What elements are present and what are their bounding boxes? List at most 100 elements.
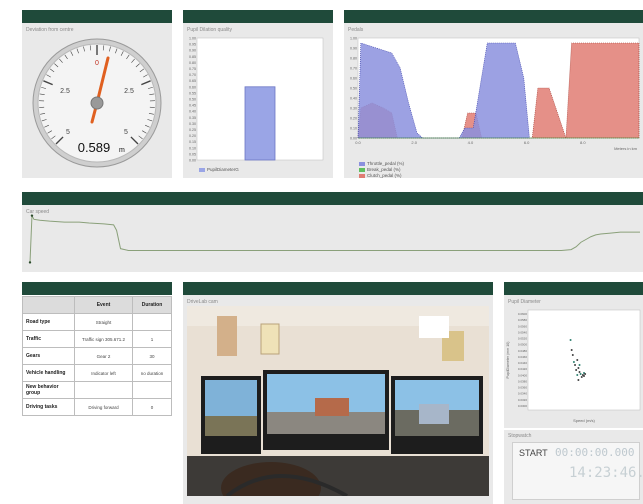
y-tick-label: 0.0440 (518, 361, 528, 365)
table-header-row: Event Duration (22, 296, 172, 314)
gauge-tick-bottom-right: 5 (124, 129, 128, 136)
y-tick-label: 0.65 (189, 79, 196, 83)
row-event: Gear 2 (74, 347, 133, 365)
y-tick-label: 0.15 (189, 140, 196, 144)
stopwatch-display: START 00:00:00.000 14:23:46. (512, 442, 643, 500)
scatter-point (569, 339, 572, 341)
events-header-bar (22, 282, 172, 295)
cam-video-frame[interactable] (187, 306, 489, 496)
y-tick-label: 0.0360 (518, 386, 528, 390)
row-event: Driving forward (74, 398, 133, 416)
row-duration: 1 (132, 330, 172, 348)
y-tick-label: 0.0340 (518, 392, 528, 396)
scatter-point (570, 349, 573, 351)
legend-swatch (359, 167, 365, 172)
gauge-hub (90, 96, 104, 110)
pupil-quality-panel: Pupil Dilation quality 0.00 0.05 0.10 0.15 0… (183, 10, 333, 178)
row-event: Straight (74, 313, 133, 331)
pedals-panel: Pedals 0.00 0.10 0.20 0.30 0.40 0.50 0.60 0.70 0… (344, 10, 643, 178)
x-tick-label: 2.0 (411, 140, 417, 145)
bar (244, 86, 276, 161)
gauge-tick-right: 2.5 (124, 88, 134, 95)
legend-item: PupilDiameterG (199, 167, 239, 172)
legend-label: Clutch_pedal (%) (367, 173, 402, 178)
y-tick-label: 0.0300 (518, 404, 528, 408)
y-axis-label: PupilDiameter (mm 10) (506, 342, 510, 379)
y-tick-label: 0.70 (350, 67, 357, 71)
speed-point (28, 261, 32, 264)
y-tick-label: 0.25 (189, 128, 196, 132)
stopwatch-top-digits: 00:00:00.000 (555, 446, 635, 459)
y-tick-label: 0.0400 (518, 373, 528, 377)
y-tick-label: 0.0520 (518, 337, 528, 341)
y-tick-label: 0.50 (350, 87, 357, 91)
legend-item: Throttle_pedal (%) (359, 161, 404, 166)
row-event (74, 381, 133, 399)
y-tick-label: 0.0460 (518, 355, 528, 359)
row-label: New behavior group (22, 381, 75, 399)
stopwatch-start-button[interactable]: START (519, 448, 548, 458)
legend-swatch (359, 173, 365, 178)
x-axis-label: Speed (m/s) (573, 418, 595, 423)
x-tick-label: 0.0 (355, 140, 361, 145)
table-row: New behavior group (22, 381, 172, 399)
y-tick-label: 1.00 (189, 37, 196, 41)
row-label: Gears (22, 347, 75, 365)
row-label: Traffic (22, 330, 75, 348)
y-tick-label: 0.05 (189, 152, 196, 156)
gauge-dial: 0 2.5 2.5 5 5 0.589 m (32, 38, 162, 168)
y-tick-label: 0.85 (189, 55, 196, 59)
table-row: Gears Gear 2 30 (22, 347, 172, 365)
table-row: Driving tasks Driving forward 0 (22, 398, 172, 416)
y-tick-label: 0.30 (189, 122, 196, 126)
panel-title: DriveLab cam (187, 299, 218, 305)
y-tick-label: 0.95 (189, 43, 196, 47)
stopwatch-panel: Stopwatch START 00:00:00.000 14:23:46. (504, 430, 643, 504)
y-tick-label: 0.90 (350, 47, 357, 51)
y-tick-label: 0.0480 (518, 349, 528, 353)
y-tick-label: 0.60 (189, 85, 196, 89)
x-tick-label: 8.0 (580, 140, 586, 145)
legend-label: PupilDiameterG (207, 167, 239, 172)
y-tick-label: 0.30 (350, 107, 357, 111)
row-event: Indicator left (74, 364, 133, 382)
scatter-point (578, 364, 581, 366)
column-header: Duration (132, 296, 172, 314)
row-duration (132, 381, 172, 399)
legend-swatch (359, 161, 365, 166)
legend-label: Break_pedal (%) (367, 167, 401, 172)
legend-item: Clutch_pedal (%) (359, 173, 402, 178)
y-tick-label: 0.10 (350, 127, 357, 131)
column-header: Event (74, 296, 133, 314)
y-tick-label: 0.0560 (518, 324, 528, 328)
panel-title: Stopwatch (508, 433, 532, 439)
cam-panel: DriveLab cam (183, 282, 493, 504)
y-tick-label: 0.0500 (518, 343, 528, 347)
table-row: Traffic Traffic sign 305.671.2 1 (22, 330, 172, 348)
row-duration: no duration (132, 364, 172, 382)
y-tick-label: 0.0420 (518, 367, 528, 371)
scatter-point (583, 375, 585, 377)
row-label: Vehicle handling (22, 364, 75, 382)
table-row: Vehicle handling Indicator left no durat… (22, 364, 172, 382)
row-event: Traffic sign 305.671.2 (74, 330, 133, 348)
y-tick-label: 0.50 (189, 98, 196, 102)
scatter-point (577, 379, 580, 381)
pupil-quality-chart: 0.00 0.05 0.10 0.15 0.20 0.25 0.30 0.35 0.40 0.45… (189, 37, 324, 163)
row-duration: 30 (132, 347, 172, 365)
plot-area (527, 309, 641, 411)
deviation-panel: Deviation from centre 0 2.5 2.5 5 5 0.58… (22, 10, 172, 178)
scatter-point (577, 367, 580, 369)
legend-label: Throttle_pedal (%) (367, 161, 405, 166)
y-tick-label: 0.0600 (518, 312, 528, 316)
y-tick-label: 0.0320 (518, 398, 528, 402)
gauge-tick-top: 0 (95, 60, 99, 67)
row-duration (132, 313, 172, 331)
row-label: Road type (22, 313, 75, 331)
speed-series-line (29, 213, 640, 263)
y-tick-label: 0.80 (189, 61, 196, 65)
y-tick-label: 0.70 (189, 73, 196, 77)
y-tick-label: 0.45 (189, 104, 196, 108)
y-tick-label: 0.35 (189, 116, 196, 120)
scatter-point (575, 369, 578, 371)
